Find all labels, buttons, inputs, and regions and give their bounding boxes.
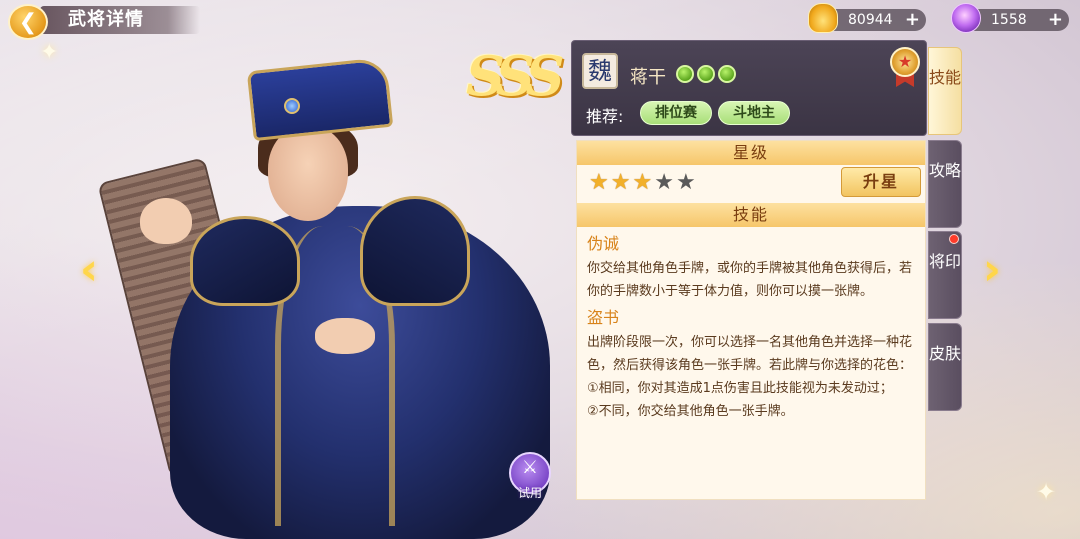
star-filled-icon: ★ <box>589 170 609 195</box>
rank-badge: SSS <box>466 44 565 108</box>
star-rating: ★ ★ ★ ★ ★ <box>589 171 696 195</box>
upgrade-star-button[interactable]: 升星 <box>841 167 921 197</box>
gem-amount: 1558 <box>991 12 1027 28</box>
skill-name: 伪诚 <box>587 234 620 253</box>
star-empty-icon: ★ <box>675 170 696 195</box>
hp-pip-icon <box>697 65 715 83</box>
chevron-left-icon: ‹ <box>79 244 99 295</box>
star-level-header: 星级 <box>577 141 925 165</box>
tab-guide[interactable]: 攻略 <box>928 140 962 228</box>
tab-seal[interactable]: 将印 <box>928 231 962 319</box>
purple-gem-icon <box>951 3 981 33</box>
skill-description-line: ①相同，你对其造成1点伤害且此技能视为未发动过； <box>587 381 893 396</box>
sparkle-icon: ✦ <box>40 40 59 65</box>
skill-panel: 星级 ★ ★ ★ ★ ★ 升星 技能 伪诚 你交给其他角色手牌，或你的手牌被其他… <box>576 140 926 500</box>
tab-skill[interactable]: 技能 <box>928 47 962 135</box>
crossed-swords-icon: ⚔ <box>521 457 539 478</box>
hero-name: 蒋干 <box>630 67 666 88</box>
gem-currency: 1558 + <box>951 3 1069 33</box>
add-gem-button[interactable]: + <box>1048 9 1063 31</box>
hero-face <box>268 126 348 221</box>
trial-label: 试用 <box>517 486 542 500</box>
add-gold-button[interactable]: + <box>905 9 920 31</box>
star-filled-icon: ★ <box>632 170 653 195</box>
chevron-right-icon: › <box>982 244 1002 295</box>
back-arrow-icon: ❮ <box>18 9 38 35</box>
recommend-tag: 斗地主 <box>718 101 790 125</box>
skill-description: 出牌阶段限一次，你可以选择一名其他角色并选择一种花色，然后获得该角色一张手牌。若… <box>587 335 913 373</box>
tab-seal-label: 将印 <box>929 252 962 271</box>
skills-header: 技能 <box>577 203 925 227</box>
skill-name: 盗书 <box>587 308 620 327</box>
page-title: 武将详情 <box>40 6 200 34</box>
skill-list: 伪诚 你交给其他角色手牌，或你的手牌被其他角色获得后，若你的手牌数小于等于体力值… <box>587 233 923 423</box>
gold-amount: 80944 <box>848 12 893 28</box>
notification-dot <box>949 234 959 244</box>
hero-hat <box>246 56 394 142</box>
star-filled-icon: ★ <box>610 170 631 195</box>
gold-currency: 80944 + <box>808 3 926 33</box>
gold-ingot-icon <box>808 3 838 33</box>
medal-badge-icon[interactable]: ★ <box>888 47 922 87</box>
skill-description-line: ②不同，你交给其他角色一张手牌。 <box>587 404 794 419</box>
faction-icon: 魏 <box>582 53 618 89</box>
back-button[interactable]: ❮ <box>8 4 48 40</box>
recommend-label: 推荐: <box>586 107 624 126</box>
prev-hero-button[interactable]: ‹ <box>75 248 103 292</box>
tab-skin[interactable]: 皮肤 <box>928 323 962 411</box>
trial-button[interactable]: ⚔ 试用 <box>509 452 551 500</box>
star-empty-icon: ★ <box>654 170 674 195</box>
hp-pip-icon <box>676 65 694 83</box>
next-hero-button[interactable]: › <box>978 248 1006 292</box>
hp-indicator <box>676 65 736 83</box>
sparkle-icon: ✦ <box>1036 478 1057 506</box>
recommend-tag: 排位赛 <box>640 101 712 125</box>
hero-info-header: 魏 蒋干 ★ 推荐: 排位赛 斗地主 <box>571 40 927 136</box>
hp-pip-icon <box>718 65 736 83</box>
skill-description: 你交给其他角色手牌，或你的手牌被其他角色获得后，若你的手牌数小于等于体力值，则你… <box>587 261 913 299</box>
